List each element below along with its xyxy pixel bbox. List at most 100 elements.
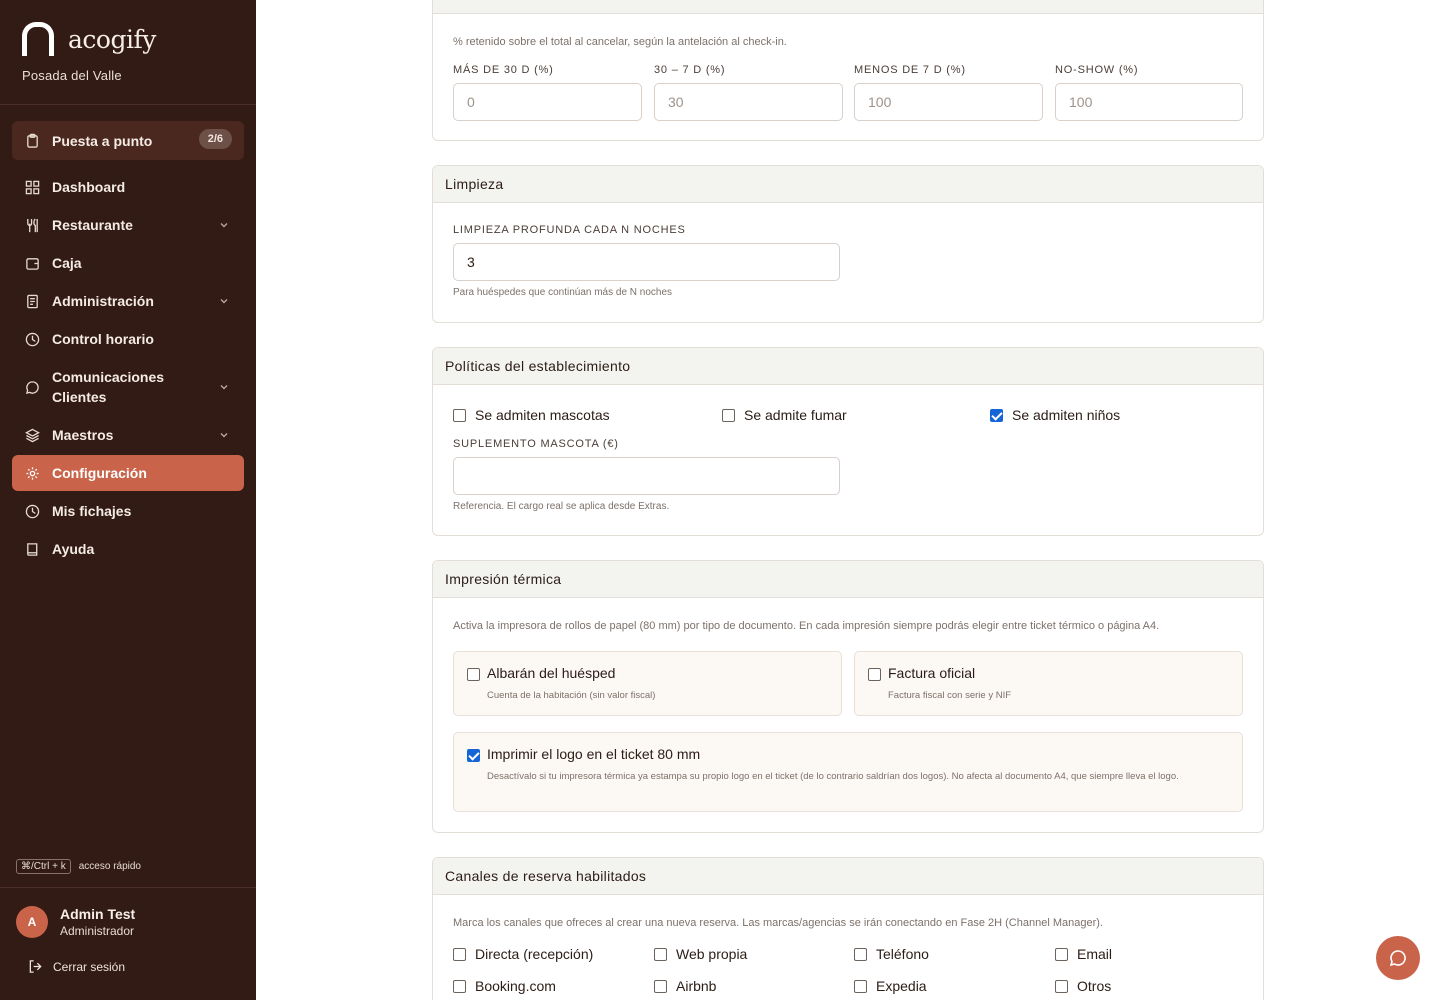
checkbox-label: Se admiten niños bbox=[1012, 407, 1121, 423]
clock-icon bbox=[24, 331, 40, 347]
sidebar-item-control-horario[interactable]: Control horario bbox=[12, 321, 244, 357]
channel-web-checkbox[interactable]: Web propia bbox=[654, 946, 747, 962]
deep-cleaning-nights-input[interactable]: 3 bbox=[453, 243, 840, 281]
checkbox-label: Teléfono bbox=[876, 946, 929, 962]
card-title: Canales de reserva habilitados bbox=[433, 858, 1263, 895]
children-allowed-checkbox[interactable]: Se admiten niños bbox=[990, 407, 1120, 423]
sidebar-item-label: Configuración bbox=[52, 465, 147, 481]
document-icon bbox=[24, 293, 40, 309]
clipboard-icon bbox=[24, 133, 40, 149]
smoking-allowed-checkbox[interactable]: Se admite fumar bbox=[722, 407, 847, 423]
shortcut-key: ⌘/Ctrl + k bbox=[16, 859, 71, 874]
sidebar-item-label: Puesta a punto bbox=[52, 132, 153, 149]
guest-note-option[interactable]: Albarán del huésped Cuenta de la habitac… bbox=[453, 651, 842, 716]
checkbox-box bbox=[453, 979, 466, 993]
gear-icon bbox=[24, 465, 40, 481]
checkbox-label: Otros bbox=[1077, 978, 1112, 994]
checkbox-box bbox=[990, 408, 1003, 422]
checkbox-label: Se admiten mascotas bbox=[475, 407, 610, 423]
user-name: Admin Test bbox=[60, 906, 136, 922]
pet-fee-input[interactable] bbox=[453, 457, 840, 495]
checkbox-label: Airbnb bbox=[676, 978, 717, 994]
field-label: SUPLEMENTO MASCOTA (€) bbox=[453, 438, 619, 450]
sidebar-item-label: Comunicaciones Clientes bbox=[52, 369, 165, 405]
sidebar-item-label: Dashboard bbox=[52, 179, 126, 195]
channel-booking-checkbox[interactable]: Booking.com bbox=[453, 978, 556, 994]
field-label: LIMPIEZA PROFUNDA CADA N NOCHES bbox=[453, 224, 686, 236]
option-title: Albarán del huésped bbox=[487, 665, 616, 681]
channel-expedia-checkbox[interactable]: Expedia bbox=[854, 978, 927, 994]
quick-access-hint: ⌘/Ctrl + k acceso rápido bbox=[16, 859, 141, 874]
avatar: A bbox=[16, 906, 48, 938]
book-icon bbox=[24, 541, 40, 557]
clock-icon bbox=[24, 503, 40, 519]
chat-icon bbox=[24, 379, 40, 395]
chat-support-button[interactable] bbox=[1376, 936, 1420, 980]
channels-description: Marca los canales que ofreces al crear u… bbox=[453, 917, 1103, 929]
channel-email-checkbox[interactable]: Email bbox=[1055, 946, 1112, 962]
field-hint: Para huéspedes que continúan más de N no… bbox=[453, 287, 673, 298]
chevron-down-icon bbox=[220, 223, 228, 228]
checkbox-box bbox=[868, 668, 881, 681]
sidebar-item-dashboard[interactable]: Dashboard bbox=[12, 169, 244, 205]
checkbox-box bbox=[722, 408, 735, 422]
sidebar-item-ayuda[interactable]: Ayuda bbox=[12, 531, 244, 567]
wallet-icon bbox=[24, 255, 40, 271]
cancel-30-7-input[interactable]: 30 bbox=[654, 83, 843, 121]
logout-label: Cerrar sesión bbox=[53, 959, 126, 974]
option-title: Imprimir el logo en el ticket 80 mm bbox=[487, 746, 701, 762]
option-subtitle: Factura fiscal con serie y NIF bbox=[888, 690, 1012, 701]
cleaning-card: Limpieza LIMPIEZA PROFUNDA CADA N NOCHES… bbox=[432, 165, 1264, 323]
user-role: Administrador bbox=[60, 924, 135, 938]
card-title: Limpieza bbox=[433, 166, 1263, 203]
channel-telefono-checkbox[interactable]: Teléfono bbox=[854, 946, 929, 962]
checkbox-box bbox=[654, 947, 667, 961]
cancel-under-7-input[interactable]: 100 bbox=[854, 83, 1043, 121]
grid-icon bbox=[24, 179, 40, 195]
field-hint: Referencia. El cargo real se aplica desd… bbox=[453, 501, 670, 512]
checkbox-box bbox=[467, 668, 480, 681]
policies-card: Políticas del establecimiento Se admiten… bbox=[432, 347, 1264, 536]
pets-allowed-checkbox[interactable]: Se admiten mascotas bbox=[453, 407, 610, 423]
sidebar-item-setup[interactable]: Puesta a punto 2/6 bbox=[12, 121, 244, 160]
checkbox-label: Web propia bbox=[676, 946, 748, 962]
logo-mark-icon bbox=[22, 22, 54, 56]
channel-airbnb-checkbox[interactable]: Airbnb bbox=[654, 978, 716, 994]
user-profile[interactable]: A Admin Test Administrador bbox=[16, 906, 135, 938]
print-logo-option[interactable]: Imprimir el logo en el ticket 80 mm Desa… bbox=[453, 732, 1243, 812]
sidebar-item-label: Restaurante bbox=[52, 217, 133, 233]
shortcut-label: acceso rápido bbox=[78, 861, 141, 872]
cancel-over-30-input[interactable]: 0 bbox=[453, 83, 642, 121]
sidebar-divider bbox=[0, 887, 256, 888]
utensils-icon bbox=[24, 217, 40, 233]
logout-button[interactable]: Cerrar sesión bbox=[28, 959, 125, 974]
cancel-no-show-input[interactable]: 100 bbox=[1055, 83, 1243, 121]
checkbox-box bbox=[854, 979, 867, 993]
checkbox-box bbox=[467, 749, 480, 762]
channel-directa-checkbox[interactable]: Directa (recepción) bbox=[453, 946, 593, 962]
sidebar-item-caja[interactable]: Caja bbox=[12, 245, 244, 281]
field-label: MÁS DE 30 D (%) bbox=[453, 64, 554, 76]
option-subtitle: Cuenta de la habitación (sin valor fisca… bbox=[487, 690, 656, 701]
card-title: Impresión térmica bbox=[433, 561, 1263, 598]
sidebar-item-configuracion[interactable]: Configuración bbox=[12, 455, 244, 491]
brand-logo[interactable]: acogify bbox=[22, 22, 156, 56]
channel-otros-checkbox[interactable]: Otros bbox=[1055, 978, 1111, 994]
field-label: NO-SHOW (%) bbox=[1055, 64, 1139, 76]
logout-icon bbox=[29, 960, 42, 973]
checkbox-box bbox=[453, 947, 466, 961]
checkbox-label: Directa (recepción) bbox=[475, 946, 594, 962]
invoice-option[interactable]: Factura oficial Factura fiscal con serie… bbox=[854, 651, 1243, 716]
sidebar-item-label: Administración bbox=[52, 293, 154, 309]
sidebar-item-mis-fichajes[interactable]: Mis fichajes bbox=[12, 493, 244, 529]
checkbox-box bbox=[453, 408, 466, 422]
sidebar-item-comunicaciones[interactable]: Comunicaciones Clientes bbox=[12, 365, 244, 409]
sidebar-item-administracion[interactable]: Administración bbox=[12, 283, 244, 319]
sidebar-item-label: Control horario bbox=[52, 331, 154, 347]
sidebar-item-restaurante[interactable]: Restaurante bbox=[12, 207, 244, 243]
sidebar-item-maestros[interactable]: Maestros bbox=[12, 417, 244, 453]
field-label: 30 – 7 D (%) bbox=[654, 64, 726, 76]
checkbox-label: Expedia bbox=[876, 978, 927, 994]
card-title: Políticas del establecimiento bbox=[433, 348, 1263, 385]
sidebar-item-label: Mis fichajes bbox=[52, 503, 132, 519]
